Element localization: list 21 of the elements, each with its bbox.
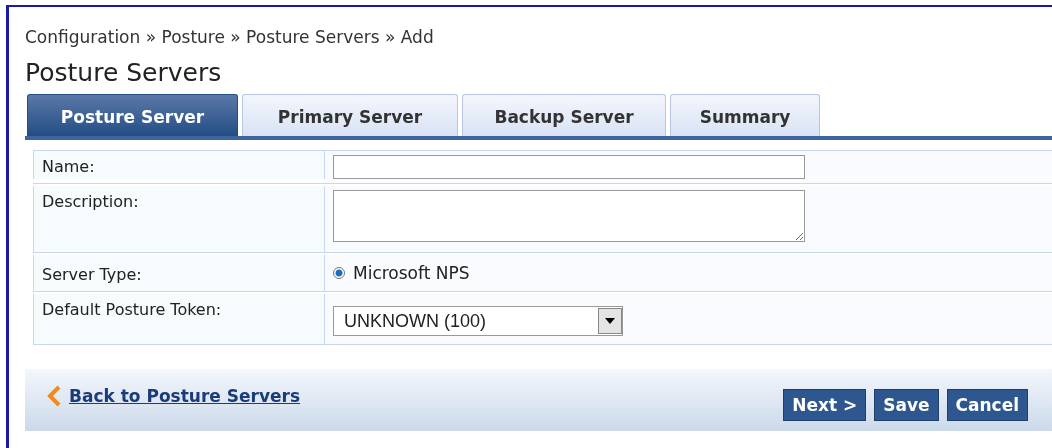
field-label: Server Type:	[33, 255, 325, 291]
description-field[interactable]	[333, 190, 805, 242]
field-label: Name:	[33, 151, 325, 179]
tab[interactable]: Primary Server	[242, 94, 458, 136]
caret-icon	[605, 318, 615, 324]
tab[interactable]: Summary	[670, 94, 820, 136]
breadcrumb: Configuration » Posture » Posture Servers » Add	[25, 27, 435, 49]
token-dropdown[interactable]: UNKNOWN (100)	[333, 306, 623, 336]
radio-button[interactable]	[333, 267, 345, 279]
radio-label: Microsoft NPS	[353, 263, 470, 283]
field-label: Description:	[33, 186, 325, 252]
tab[interactable]: Backup Server	[462, 94, 666, 136]
page-title: Posture Servers	[25, 58, 223, 89]
action-button[interactable]: Next >	[783, 389, 867, 421]
action-button[interactable]: Save	[874, 389, 939, 421]
back-link[interactable]: Back to Posture Servers	[47, 385, 301, 407]
name-field[interactable]	[333, 155, 805, 179]
action-button[interactable]: Cancel	[946, 389, 1028, 421]
field-label: Default Posture Token:	[33, 294, 325, 344]
tab[interactable]: Posture Server	[27, 94, 238, 136]
chevron-left-icon	[47, 385, 61, 407]
